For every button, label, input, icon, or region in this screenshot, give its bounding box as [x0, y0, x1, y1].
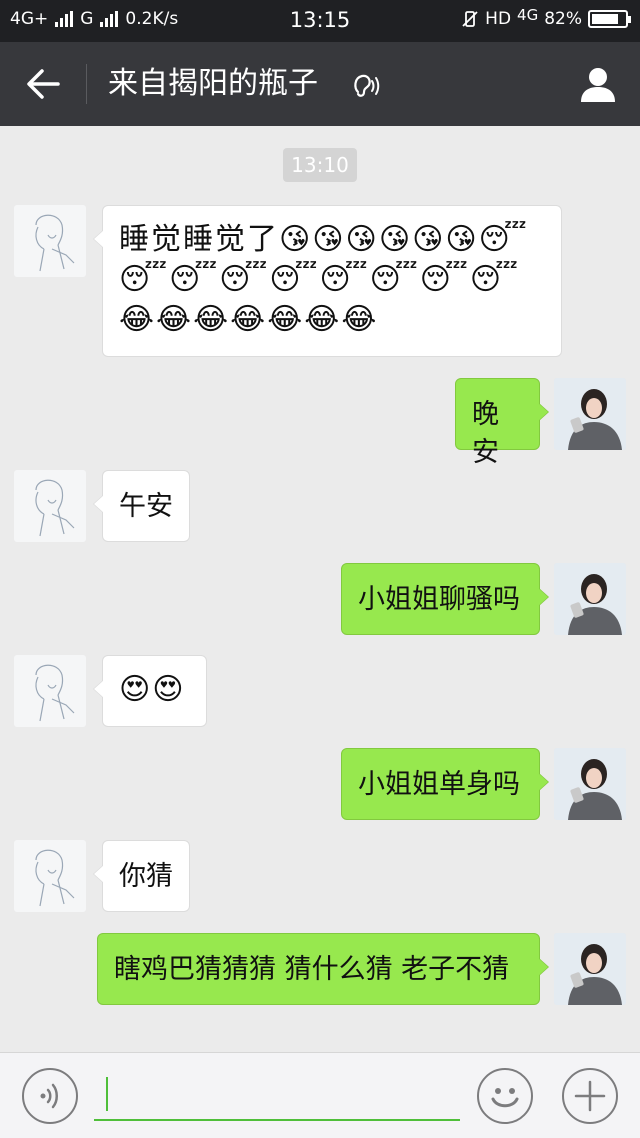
avatar[interactable]	[554, 933, 626, 1005]
message-text: 小姐姐聊骚吗	[358, 584, 520, 615]
message-bubble-outgoing[interactable]: 瞎鸡巴猜猜猜 猜什么猜 老子不猜	[97, 933, 549, 1005]
more-button[interactable]	[562, 1068, 618, 1124]
header-divider	[86, 64, 87, 104]
message-bubble-outgoing[interactable]: 小姐姐聊骚吗	[341, 563, 549, 635]
battery-icon	[588, 10, 631, 28]
vibrate-mute-icon	[462, 11, 478, 27]
message-text: 睡觉睡觉了😘😘😘😘😘😘😴😴😴😴😴😴😴😴😴😂😂😂😂😂😂😂	[119, 222, 529, 337]
battery-percent: 82%	[544, 9, 582, 29]
avatar[interactable]	[14, 205, 86, 277]
message-text: 晚安	[472, 399, 499, 468]
message-bubble-outgoing[interactable]: 小姐姐单身吗	[341, 748, 549, 820]
message-bubble-incoming[interactable]: 午安	[93, 470, 190, 542]
message-text: 你猜	[119, 861, 173, 892]
emoji-button[interactable]	[477, 1068, 533, 1124]
chat-title: 来自揭阳的瓶子	[108, 66, 318, 101]
person-icon[interactable]	[578, 64, 618, 104]
avatar[interactable]	[554, 563, 626, 635]
hd-label: HD	[485, 9, 512, 29]
message-text: 😍😍	[119, 672, 186, 707]
ear-icon	[354, 74, 380, 97]
message-input[interactable]	[94, 1069, 460, 1121]
message-text: 小姐姐单身吗	[358, 769, 520, 800]
text-caret	[106, 1077, 108, 1111]
message-bubble-incoming[interactable]: 😍😍	[93, 655, 207, 727]
voice-button[interactable]	[22, 1068, 78, 1124]
avatar[interactable]	[14, 840, 86, 912]
status-bar: 4G+ G 0.2K/s 13:15 HD 4G 82%	[0, 0, 640, 42]
message-text: 午安	[119, 491, 173, 522]
smiley-icon	[491, 1088, 519, 1108]
chat-header: 来自揭阳的瓶子	[0, 42, 640, 126]
message-bubble-incoming[interactable]: 睡觉睡觉了😘😘😘😘😘😘😴😴😴😴😴😴😴😴😴😂😂😂😂😂😂😂	[93, 205, 562, 357]
message-text: 瞎鸡巴猜猜猜 猜什么猜 老子不猜	[114, 954, 510, 985]
avatar[interactable]	[554, 378, 626, 450]
message-bubble-outgoing[interactable]: 晚安	[455, 378, 549, 468]
message-bubble-incoming[interactable]: 你猜	[93, 840, 190, 912]
network-type-label-3: 4G	[517, 6, 539, 24]
arrow-left-icon[interactable]	[22, 64, 66, 104]
avatar[interactable]	[14, 470, 86, 542]
avatar[interactable]	[554, 748, 626, 820]
input-bar	[0, 1052, 640, 1138]
voice-icon	[40, 1083, 58, 1109]
message-timestamp: 13:10	[283, 148, 357, 182]
plus-icon	[574, 1080, 606, 1112]
avatar[interactable]	[14, 655, 86, 727]
